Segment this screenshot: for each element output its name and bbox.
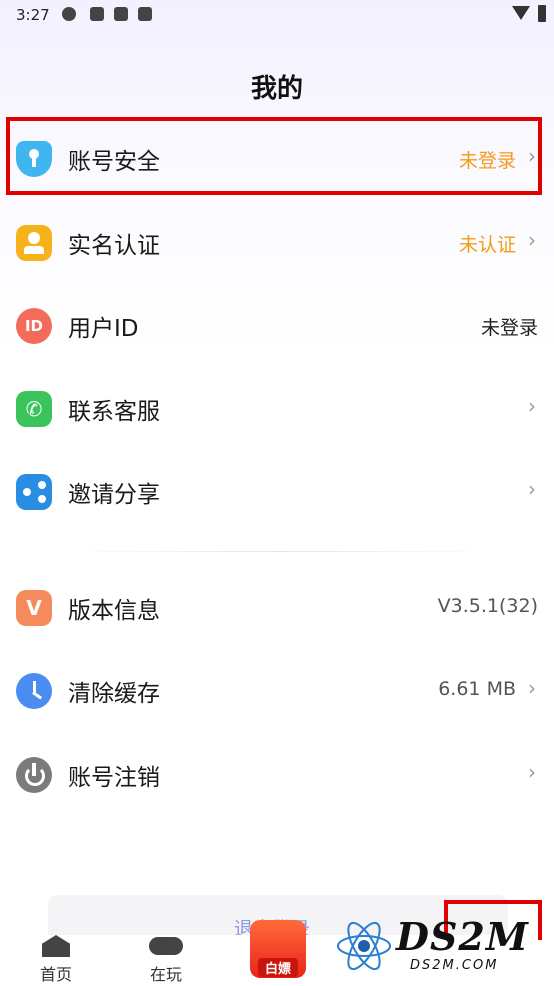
chevron-right-icon: ›	[528, 760, 536, 784]
status-bar: 3:27	[0, 0, 554, 30]
version-icon: V	[16, 590, 52, 626]
gamepad-icon	[149, 937, 183, 955]
id-icon: ID	[16, 308, 52, 344]
chevron-right-icon: ›	[528, 477, 536, 501]
tab-label: 在玩	[149, 965, 182, 984]
menu-item-version-info: V 版本信息 V3.5.1(32)	[0, 567, 554, 647]
menu-item-label: 联系客服	[68, 399, 160, 425]
highlight-annotation-box	[6, 117, 542, 195]
globe-icon	[62, 7, 76, 21]
atom-logo-icon	[337, 921, 391, 971]
status-time: 3:27	[16, 6, 50, 24]
menu-item-label: 用户ID	[68, 316, 139, 342]
notification-icon	[114, 7, 128, 21]
menu-item-real-name[interactable]: 实名认证 未认证 ›	[0, 202, 554, 282]
clock-icon	[16, 673, 52, 709]
chevron-right-icon: ›	[528, 394, 536, 418]
menu-item-clear-cache[interactable]: 清除缓存 6.61 MB ›	[0, 650, 554, 730]
menu-item-user-id: ID 用户ID 未登录	[0, 285, 554, 365]
battery-icon	[538, 5, 546, 22]
power-icon	[16, 757, 52, 793]
section-divider	[60, 551, 500, 552]
menu-item-invite-share[interactable]: 邀请分享 ›	[0, 451, 554, 531]
promo-label[interactable]: 白嫖	[258, 958, 298, 977]
watermark-logo-text: DS2M	[396, 914, 529, 959]
tab-label: 首页	[39, 965, 72, 984]
menu-item-label: 版本信息	[68, 598, 160, 624]
notification-icon	[138, 7, 152, 21]
chevron-right-icon: ›	[528, 676, 536, 700]
id-card-icon	[16, 225, 52, 261]
tab-home[interactable]: 首页	[26, 935, 86, 986]
menu-item-label: 账号注销	[68, 765, 160, 791]
menu-item-value: 6.61 MB	[438, 678, 516, 700]
phone-icon: ✆	[16, 391, 52, 427]
menu-item-label: 邀请分享	[68, 482, 160, 508]
menu-item-contact-support[interactable]: ✆ 联系客服 ›	[0, 368, 554, 448]
home-icon	[42, 935, 70, 957]
menu-item-delete-account[interactable]: 账号注销 ›	[0, 734, 554, 814]
menu-item-label: 清除缓存	[68, 681, 160, 707]
share-icon	[16, 474, 52, 510]
page-title: 我的	[250, 74, 303, 104]
watermark-url: DS2M.COM	[410, 958, 499, 973]
menu-item-value: 未登录	[480, 317, 538, 339]
wifi-icon	[512, 6, 530, 20]
menu-item-label: 实名认证	[68, 233, 160, 259]
chevron-right-icon: ›	[528, 228, 536, 252]
menu-item-value: V3.5.1(32)	[437, 595, 538, 617]
tab-playing[interactable]: 在玩	[136, 935, 196, 986]
notification-icon	[90, 7, 104, 21]
menu-item-value: 未认证	[458, 234, 516, 256]
